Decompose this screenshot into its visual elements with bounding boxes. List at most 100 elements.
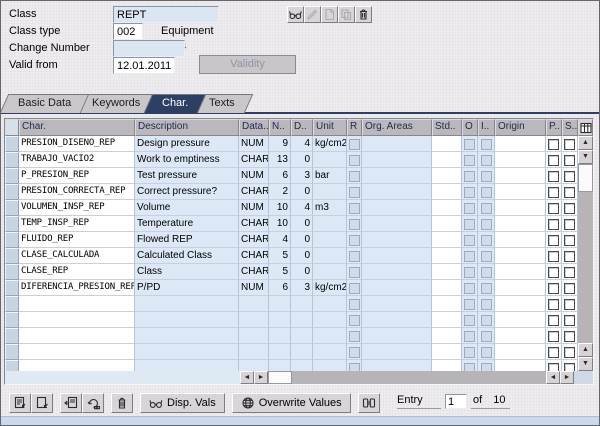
- cell-std[interactable]: [432, 216, 462, 232]
- cell-char[interactable]: CLASE_CALCULADA: [19, 248, 135, 264]
- cell-char[interactable]: DIFERENCIA_PRESION_REP: [19, 280, 135, 296]
- scroll-up-icon[interactable]: ▲: [578, 343, 593, 357]
- p-checkbox[interactable]: [548, 187, 559, 198]
- cell-char[interactable]: PRESION_DISENO_REP: [19, 136, 135, 152]
- s-checkbox[interactable]: [564, 363, 575, 371]
- cell-origin[interactable]: [495, 344, 546, 360]
- horizontal-scrollbar-track[interactable]: [268, 371, 546, 384]
- p-checkbox[interactable]: [548, 331, 559, 342]
- cell-std[interactable]: [432, 296, 462, 312]
- delete-row-icon[interactable]: [111, 393, 133, 413]
- column-header-data[interactable]: Data..: [239, 119, 269, 136]
- p-checkbox[interactable]: [548, 219, 559, 230]
- s-checkbox[interactable]: [564, 155, 575, 166]
- cell-origin[interactable]: [495, 360, 546, 371]
- s-checkbox[interactable]: [564, 235, 575, 246]
- cell-origin[interactable]: [495, 168, 546, 184]
- column-header-char[interactable]: Char.: [19, 119, 135, 136]
- p-checkbox[interactable]: [548, 139, 559, 150]
- cell-char[interactable]: P_PRESION_REP: [19, 168, 135, 184]
- row-select-button[interactable]: [5, 312, 19, 328]
- column-header-description[interactable]: Description: [135, 119, 239, 136]
- s-checkbox[interactable]: [564, 219, 575, 230]
- cell-char[interactable]: [19, 360, 135, 371]
- cell-std[interactable]: [432, 168, 462, 184]
- p-checkbox[interactable]: [548, 315, 559, 326]
- row-select-button[interactable]: [5, 344, 19, 360]
- column-header-o[interactable]: O: [462, 119, 478, 136]
- redo-icon[interactable]: [82, 393, 104, 413]
- trash-delete-icon[interactable]: [355, 6, 372, 23]
- column-header-std[interactable]: Std..: [432, 119, 462, 136]
- tab-basic-data[interactable]: Basic Data: [0, 94, 89, 113]
- cell-std[interactable]: [432, 152, 462, 168]
- cell-std[interactable]: [432, 184, 462, 200]
- p-checkbox[interactable]: [548, 171, 559, 182]
- s-checkbox[interactable]: [564, 347, 575, 358]
- row-select-button[interactable]: [5, 280, 19, 296]
- s-checkbox[interactable]: [564, 171, 575, 182]
- s-checkbox[interactable]: [564, 315, 575, 326]
- scroll-left-icon[interactable]: ◄: [546, 371, 560, 384]
- cell-origin[interactable]: [495, 296, 546, 312]
- class-type-input[interactable]: [113, 23, 143, 40]
- p-checkbox[interactable]: [548, 267, 559, 278]
- table-settings-icon[interactable]: [578, 119, 593, 136]
- column-header-sel[interactable]: [5, 119, 19, 136]
- scroll-down-icon[interactable]: ▼: [578, 150, 593, 164]
- cell-origin[interactable]: [495, 152, 546, 168]
- s-checkbox[interactable]: [564, 267, 575, 278]
- binoculars-find-icon[interactable]: [358, 393, 380, 413]
- column-header-p[interactable]: P..: [546, 119, 562, 136]
- cell-std[interactable]: [432, 248, 462, 264]
- class-input[interactable]: [113, 6, 219, 23]
- row-select-button[interactable]: [5, 264, 19, 280]
- row-select-button[interactable]: [5, 328, 19, 344]
- cell-origin[interactable]: [495, 264, 546, 280]
- column-header-d[interactable]: D..: [291, 119, 313, 136]
- p-checkbox[interactable]: [548, 299, 559, 310]
- scroll-up-icon[interactable]: ▲: [578, 136, 593, 150]
- column-header-origin[interactable]: Origin: [495, 119, 546, 136]
- column-header-r[interactable]: R: [347, 119, 362, 136]
- change-number-input[interactable]: [113, 40, 185, 57]
- cell-char[interactable]: PRESION_CORRECTA_REP: [19, 184, 135, 200]
- column-header-s[interactable]: S..: [562, 119, 578, 136]
- cell-origin[interactable]: [495, 280, 546, 296]
- cell-std[interactable]: [432, 200, 462, 216]
- cell-origin[interactable]: [495, 184, 546, 200]
- cell-char[interactable]: [19, 344, 135, 360]
- display-values-button[interactable]: Disp. Vals: [140, 393, 225, 413]
- vertical-scrollbar[interactable]: ▲ ▼ ▲ ▼: [578, 136, 593, 371]
- overwrite-values-button[interactable]: Overwrite Values: [232, 393, 351, 413]
- insert-line-icon[interactable]: [9, 393, 31, 413]
- append-line-icon[interactable]: [31, 393, 53, 413]
- row-select-button[interactable]: [5, 360, 19, 371]
- vertical-scrollbar-track[interactable]: [578, 192, 593, 343]
- cell-origin[interactable]: [495, 136, 546, 152]
- p-checkbox[interactable]: [548, 235, 559, 246]
- s-checkbox[interactable]: [564, 139, 575, 150]
- row-select-button[interactable]: [5, 184, 19, 200]
- cell-char[interactable]: FLUIDO_REP: [19, 232, 135, 248]
- row-select-button[interactable]: [5, 152, 19, 168]
- scroll-right-icon[interactable]: ►: [560, 371, 574, 384]
- row-select-button[interactable]: [5, 248, 19, 264]
- scroll-right-icon[interactable]: ►: [254, 371, 268, 384]
- cell-char[interactable]: [19, 328, 135, 344]
- cell-char[interactable]: [19, 296, 135, 312]
- cell-origin[interactable]: [495, 248, 546, 264]
- p-checkbox[interactable]: [548, 251, 559, 262]
- cell-origin[interactable]: [495, 216, 546, 232]
- scroll-left-icon[interactable]: ◄: [240, 371, 254, 384]
- row-select-button[interactable]: [5, 232, 19, 248]
- cell-origin[interactable]: [495, 200, 546, 216]
- row-select-button[interactable]: [5, 200, 19, 216]
- s-checkbox[interactable]: [564, 331, 575, 342]
- cell-std[interactable]: [432, 280, 462, 296]
- cell-std[interactable]: [432, 344, 462, 360]
- s-checkbox[interactable]: [564, 187, 575, 198]
- vertical-scrollbar-thumb[interactable]: [578, 164, 593, 192]
- cell-std[interactable]: [432, 312, 462, 328]
- column-header-unit[interactable]: Unit: [313, 119, 347, 136]
